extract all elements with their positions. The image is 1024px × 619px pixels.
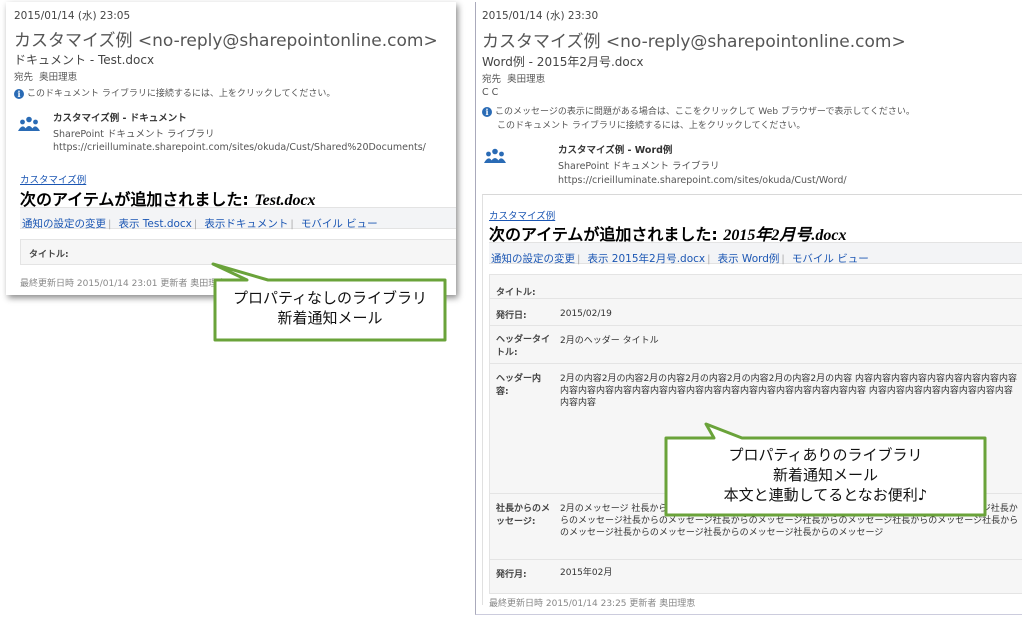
left-callout-line2: 新着通知メール bbox=[277, 309, 383, 327]
callout-shapes bbox=[211, 262, 987, 517]
right-callout-line3: 本文と連動してるとなお便利♪ bbox=[723, 486, 928, 504]
left-callout: プロパティなしのライブラリ 新着通知メール bbox=[217, 288, 443, 328]
right-callout-line1: プロパティありのライブラリ bbox=[728, 446, 923, 464]
left-callout-line1: プロパティなしのライブラリ bbox=[232, 289, 428, 307]
right-callout-line2: 新着通知メール bbox=[772, 466, 878, 484]
right-callout: プロパティありのライブラリ 新着通知メール 本文と連動してるとなお便利♪ bbox=[668, 445, 983, 505]
